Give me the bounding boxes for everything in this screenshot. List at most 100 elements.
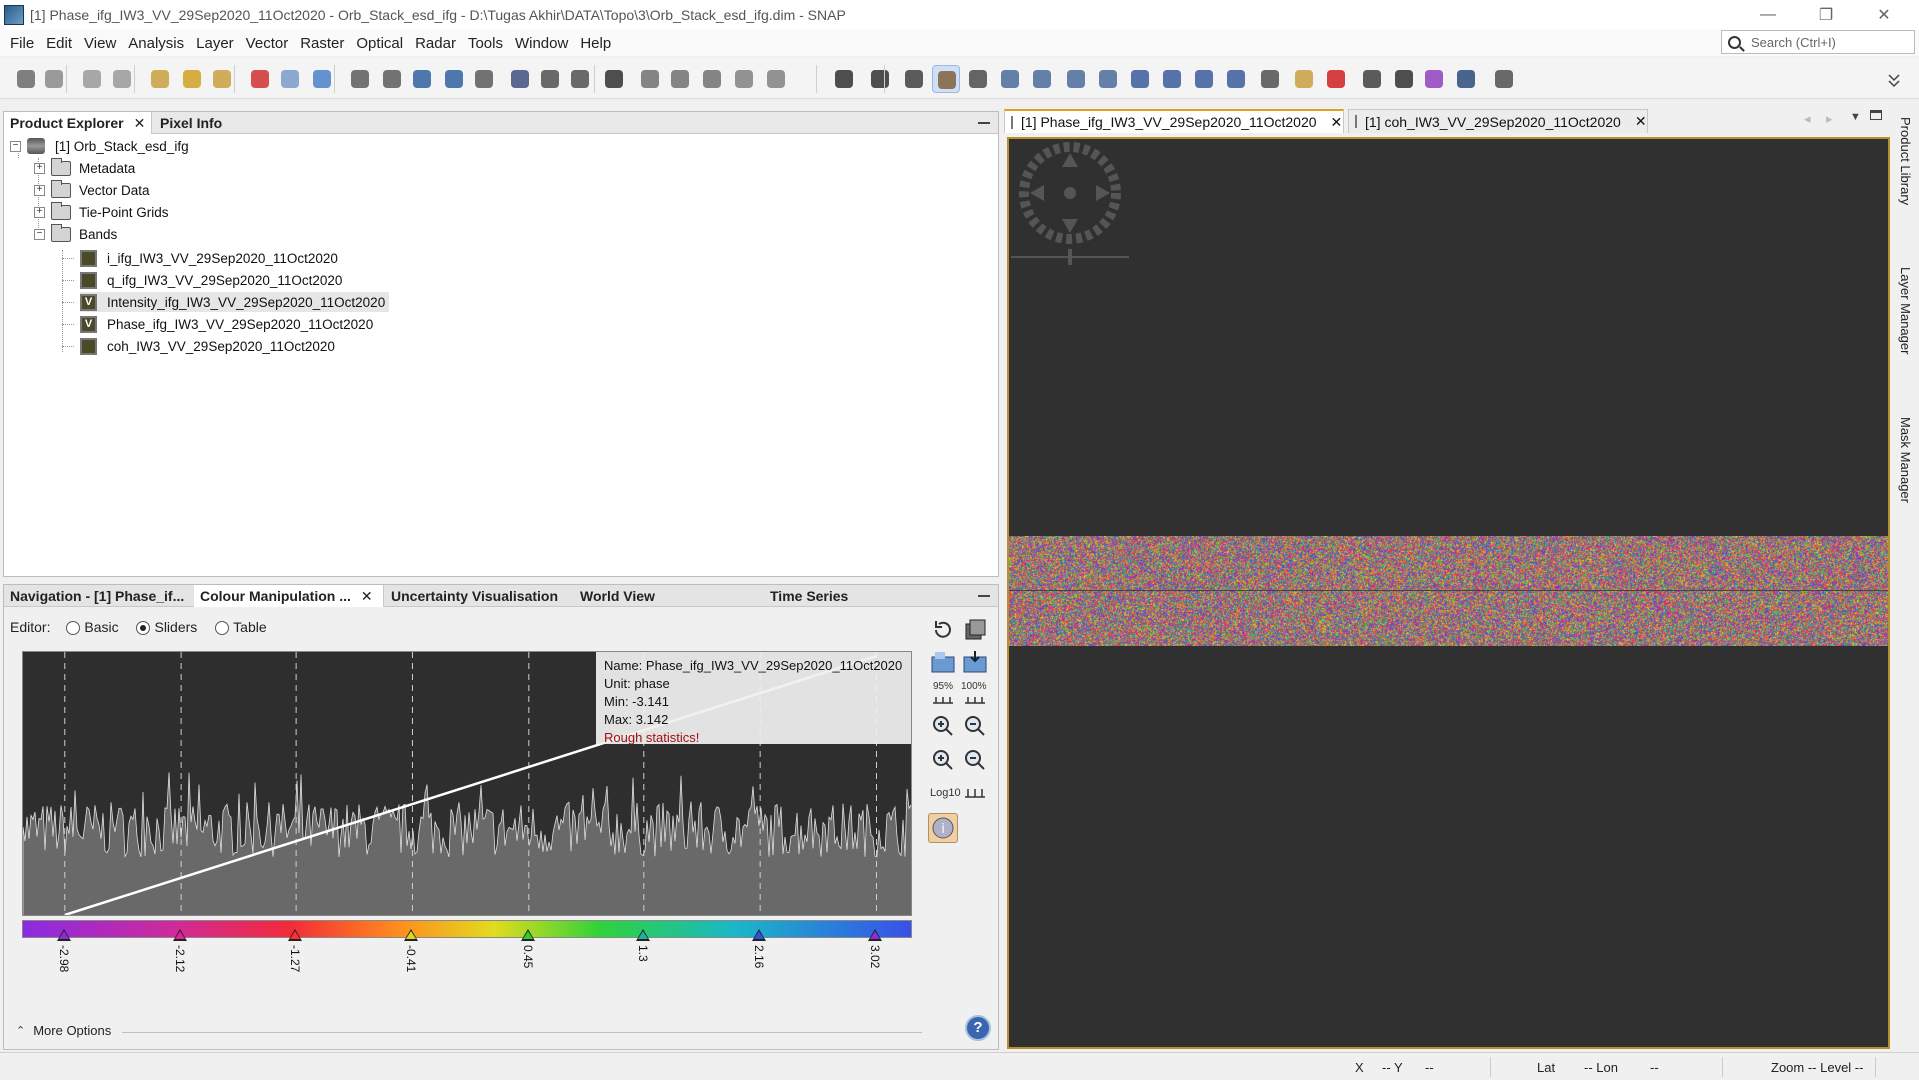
reset-icon[interactable]	[930, 617, 956, 643]
slider-marker[interactable]	[404, 929, 419, 941]
band-item[interactable]: i_ifg_IW3_VV_29Sep2020_11Oct2020	[80, 248, 338, 268]
network-icon[interactable]	[830, 65, 858, 93]
menu-raster[interactable]: Raster	[294, 35, 350, 52]
slider-marker[interactable]	[752, 929, 767, 941]
colour-gradient-bar[interactable]	[22, 920, 912, 938]
toolbar-overflow-icon[interactable]	[1880, 65, 1908, 93]
scatter-icon[interactable]	[566, 65, 594, 93]
layers-icon[interactable]	[1490, 65, 1518, 93]
histogram-icon[interactable]	[506, 65, 534, 93]
band-item[interactable]: V Phase_ifg_IW3_VV_29Sep2020_11Oct2020	[80, 314, 373, 334]
slider-value-label[interactable]: 1.3	[636, 945, 650, 962]
tab-time-series[interactable]: Time Series	[764, 585, 954, 607]
filter-icon[interactable]	[208, 65, 236, 93]
close-icon[interactable]: ✕	[361, 588, 373, 604]
navigation-control[interactable]	[1011, 139, 1141, 299]
log10-button[interactable]: Log10	[930, 787, 961, 799]
menu-tools[interactable]: Tools	[462, 35, 509, 52]
open-product-icon[interactable]	[12, 65, 40, 93]
menu-file[interactable]: File	[4, 35, 40, 52]
slider-marker[interactable]	[520, 929, 535, 941]
line-icon[interactable]	[1062, 65, 1090, 93]
slider-value-label[interactable]: -0.41	[404, 945, 418, 972]
menu-analysis[interactable]: Analysis	[122, 35, 190, 52]
tab-phase-image[interactable]: [1] Phase_ifg_IW3_VV_29Sep2020_11Oct2020…	[1004, 109, 1344, 133]
multi-assign-icon[interactable]	[962, 617, 988, 643]
close-icon[interactable]: ✕	[1635, 113, 1647, 130]
tab-coh-image[interactable]: [1] coh_IW3_VV_29Sep2020_11Oct2020 ✕	[1348, 109, 1648, 133]
tab-list-dropdown-icon[interactable]: ▼	[1850, 111, 1861, 123]
reproject-icon[interactable]	[276, 65, 304, 93]
tree-item-vector-data[interactable]: + Vector Data	[34, 179, 150, 200]
expand-icon[interactable]: +	[34, 162, 45, 174]
pan-icon[interactable]	[932, 65, 960, 93]
zoom-out-vertical-icon[interactable]	[962, 713, 988, 739]
graph-builder-icon[interactable]	[346, 65, 374, 93]
restore-button[interactable]: ❐	[1800, 0, 1852, 30]
rgb-icon[interactable]	[246, 65, 274, 93]
menu-vector[interactable]: Vector	[240, 35, 295, 52]
pin-icon[interactable]	[378, 65, 406, 93]
mosaic-icon[interactable]	[308, 65, 336, 93]
zoom-in-horizontal-icon[interactable]	[930, 747, 956, 773]
expand-icon[interactable]: +	[34, 206, 45, 218]
slider-value-label[interactable]: 0.45	[521, 945, 535, 968]
import-icon[interactable]	[930, 649, 956, 675]
slider-value-label[interactable]: -1.27	[288, 945, 302, 972]
redo-icon[interactable]	[108, 65, 136, 93]
binary-icon[interactable]	[1390, 65, 1418, 93]
more-options[interactable]: ⌃ More Options	[16, 1023, 111, 1038]
heart-icon[interactable]	[1420, 65, 1448, 93]
menu-view[interactable]: View	[78, 35, 122, 52]
histogram-plot[interactable]: Name: Phase_ifg_IW3_VV_29Sep2020_11Oct20…	[22, 651, 912, 916]
expand-icon[interactable]: +	[34, 184, 45, 196]
slider-value-label[interactable]: -2.12	[173, 945, 187, 972]
zoom-out-horizontal-icon[interactable]	[962, 747, 988, 773]
gcp-icon[interactable]	[730, 65, 758, 93]
radio-sliders[interactable]: Sliders	[136, 619, 197, 636]
slider-value-label[interactable]: 3.02	[868, 945, 882, 968]
image-canvas[interactable]	[1007, 137, 1890, 1049]
minimize-panel-icon[interactable]	[978, 122, 990, 124]
zoom-tool-icon[interactable]	[996, 65, 1024, 93]
close-window-button[interactable]: ✕	[1858, 0, 1910, 30]
tree-item-tie-point-grids[interactable]: + Tie-Point Grids	[34, 201, 169, 222]
help-icon[interactable]: ?	[965, 1015, 991, 1041]
tab-pixel-info[interactable]: Pixel Info	[154, 112, 254, 134]
side-tab-layer-manager[interactable]: Layer Manager	[1898, 267, 1913, 354]
import-raster-icon[interactable]	[146, 65, 174, 93]
scroll-right-icon[interactable]: ▸	[1826, 111, 1833, 127]
statistics-icon[interactable]	[408, 65, 436, 93]
colour-icon[interactable]	[470, 65, 498, 93]
tab-navigation[interactable]: Navigation - [1] Phase_if...	[4, 585, 194, 607]
side-tab-product-library[interactable]: Product Library	[1898, 117, 1913, 205]
range-95-icon[interactable]	[930, 693, 956, 707]
cut-icon[interactable]	[1358, 65, 1386, 93]
side-tab-mask-manager[interactable]: Mask Manager	[1898, 417, 1913, 503]
menu-layer[interactable]: Layer	[190, 35, 240, 52]
polyline-icon[interactable]	[1094, 65, 1122, 93]
collapse-icon[interactable]: −	[10, 140, 21, 152]
sum-icon[interactable]	[600, 65, 628, 93]
grid-icon[interactable]	[698, 65, 726, 93]
save-product-icon[interactable]	[40, 65, 68, 93]
band-item[interactable]: q_ifg_IW3_VV_29Sep2020_11Oct2020	[80, 270, 342, 290]
slider-marker[interactable]	[288, 929, 303, 941]
slider-value-label[interactable]: -2.98	[57, 945, 71, 972]
band-item-selected[interactable]: V Intensity_ifg_IW3_VV_29Sep2020_11Oct20…	[80, 292, 390, 312]
band-item[interactable]: coh_IW3_VV_29Sep2020_11Oct2020	[80, 336, 335, 356]
menu-window[interactable]: Window	[509, 35, 574, 52]
cloud-icon[interactable]	[762, 65, 790, 93]
gcp-tool-icon[interactable]	[1028, 65, 1056, 93]
slider-marker[interactable]	[868, 929, 883, 941]
info-icon[interactable]: i	[928, 813, 958, 843]
maximize-icon[interactable]	[1870, 110, 1882, 120]
minimize-panel-icon[interactable]	[978, 595, 990, 597]
search-input[interactable]: Search (Ctrl+I)	[1721, 30, 1915, 54]
tree-item-metadata[interactable]: + Metadata	[34, 157, 135, 178]
globe-icon[interactable]	[1452, 65, 1480, 93]
tab-uncertainty[interactable]: Uncertainty Visualisation	[385, 585, 573, 607]
menu-help[interactable]: Help	[574, 35, 617, 52]
scroll-left-icon[interactable]: ◂	[1804, 111, 1811, 127]
slider-marker[interactable]	[173, 929, 188, 941]
